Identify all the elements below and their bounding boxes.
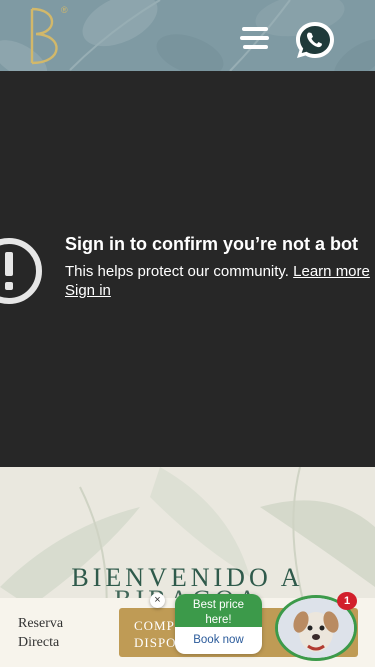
notification-badge: 1: [337, 592, 357, 610]
whatsapp-icon[interactable]: [293, 19, 337, 61]
best-price-line2: here!: [205, 614, 232, 626]
close-icon[interactable]: ×: [150, 593, 165, 608]
signin-title: Sign in to confirm you’re not a bot: [65, 234, 358, 254]
best-price-banner: Best price here!: [175, 594, 262, 627]
registered-mark: ®: [61, 5, 68, 15]
sign-in-link[interactable]: Sign in: [65, 282, 111, 299]
reserva-directa-label: Reserva Directa: [18, 614, 63, 652]
signin-description-text: This helps protect our community.: [65, 263, 289, 280]
hamburger-icon-line: [243, 45, 268, 49]
alert-icon: [0, 238, 42, 304]
site-header: ®: [0, 0, 375, 71]
video-embed[interactable]: Sign in to confirm you’re not a bot This…: [0, 71, 375, 467]
learn-more-link[interactable]: Learn more: [293, 263, 370, 280]
directa-line: Directa: [18, 635, 60, 650]
hamburger-icon-line: [242, 27, 268, 31]
hamburger-icon-line: [240, 36, 269, 40]
menu-button[interactable]: [240, 27, 270, 51]
reserva-line: Reserva: [18, 616, 64, 631]
book-now-button[interactable]: Book now: [175, 627, 262, 653]
signin-description: This helps protect our community. Learn …: [65, 263, 370, 280]
chat-bubble[interactable]: Best price here! Book now: [175, 594, 262, 654]
best-price-line1: Best price: [192, 599, 245, 611]
